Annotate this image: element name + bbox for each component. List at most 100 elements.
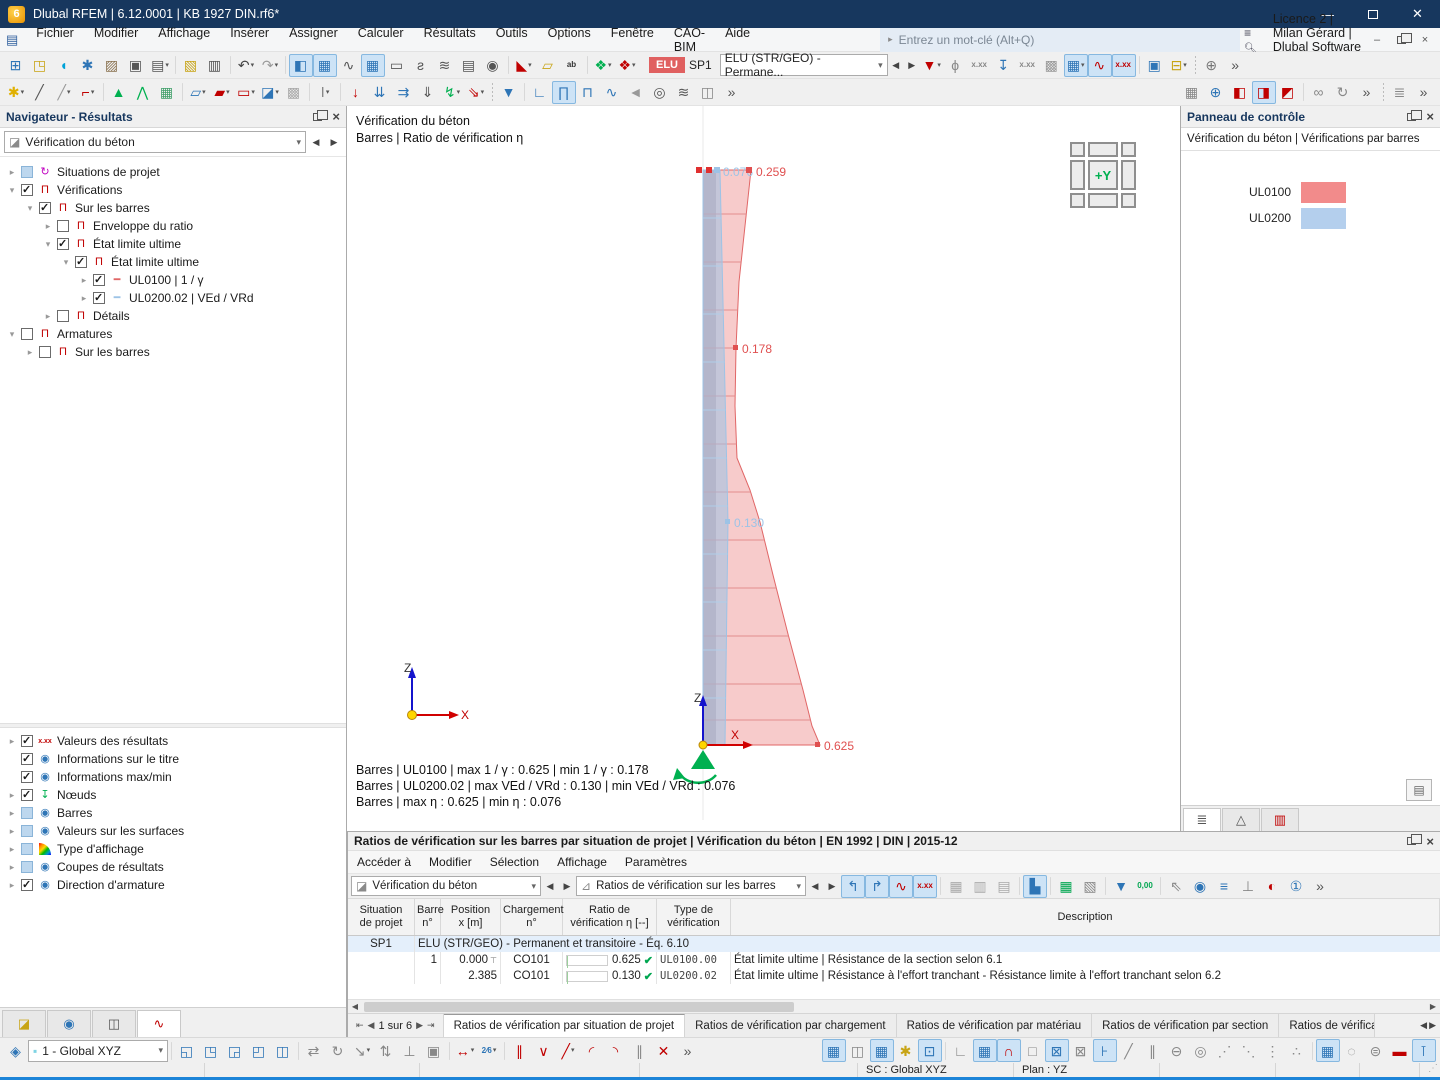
previous-page-icon[interactable]: ◀ [368, 1020, 375, 1031]
display-option-item[interactable]: ◉ Informations sur le titre [2, 750, 346, 768]
toolbar-icon[interactable]: ▣ [422, 1039, 446, 1062]
toolbar-icon[interactable]: ⇅ [374, 1039, 398, 1062]
tree-item[interactable]: ▾ Π Sur les barres [2, 199, 346, 217]
tree-item[interactable]: ▸ ━ UL0200.02 | VEd / VRd [2, 289, 346, 307]
toolbar-icon[interactable]: ▩ [282, 81, 306, 104]
toolbar-icon[interactable] [1105, 877, 1106, 895]
table-row[interactable]: 1 0.000 ⊤ CO101 0.625 ✔ UL0100.00 État li… [348, 952, 1440, 968]
display-option-checkbox[interactable] [21, 807, 33, 819]
display-option-item[interactable]: ▸ ◉ Coupes de résultats [2, 858, 346, 876]
toolbar-icon[interactable] [1193, 56, 1197, 74]
toolbar-icon[interactable]: ⇉ [392, 81, 416, 104]
toolbar-icon[interactable]: ≣ [1388, 81, 1412, 104]
toolbar-icon[interactable]: ⇘ ▾ [464, 81, 488, 104]
toolbar-icon[interactable]: ↻ [1331, 81, 1355, 104]
tree-expander-icon[interactable]: ▸ [42, 311, 54, 322]
table-column-header[interactable]: Situation de projet [348, 899, 415, 935]
toolbar-icon[interactable]: » [1412, 81, 1436, 104]
toolbar-icon[interactable]: ▥ [203, 54, 227, 77]
toolbar-icon[interactable]: □ [1021, 1039, 1045, 1062]
toolbar-icon[interactable]: » [1308, 875, 1332, 898]
toolbar-icon[interactable]: ∩ [997, 1039, 1021, 1062]
table-menu-item[interactable]: Sélection [481, 852, 548, 872]
toolbar-icon[interactable]: ≡ [1212, 875, 1236, 898]
toolbar-icon[interactable]: x.xx [968, 54, 992, 77]
toolbar-icon[interactable]: ▱ [536, 54, 560, 77]
toolbar-icon[interactable]: ▤ [457, 54, 481, 77]
toolbar-icon[interactable] [1303, 83, 1304, 101]
control-panel-tab[interactable]: ▥ [1261, 808, 1299, 831]
toolbar-icon[interactable]: ∟ [528, 81, 552, 104]
toolbar-icon[interactable]: ∿ [1087, 53, 1112, 77]
scroll-right-icon[interactable]: ▶ [1426, 1002, 1440, 1011]
toolbar-icon[interactable]: ▤ ▾ [148, 54, 172, 77]
toolbar-icon[interactable]: ↻ [326, 1039, 350, 1062]
toolbar-icon[interactable]: x.xx [913, 874, 937, 898]
tree-item[interactable]: ▾ Π État limite ultime [2, 253, 346, 271]
toolbar-icon[interactable]: ◰ [247, 1039, 271, 1062]
toolbar-icon[interactable]: ✱ [894, 1039, 918, 1062]
toolbar-icon[interactable] [945, 1041, 946, 1060]
table-menu-item[interactable]: Modifier [420, 852, 481, 872]
toolbar-icon[interactable]: ◐ [1260, 875, 1284, 898]
navigator-category-select[interactable]: ◪ Vérification du béton ▾ [4, 131, 306, 153]
toolbar-icon[interactable]: ∿ [600, 81, 624, 104]
load-combination-select[interactable]: ELU (STR/GEO) - Permane... ▾ [719, 51, 888, 79]
display-option-checkbox[interactable] [21, 770, 33, 783]
tree-expander-icon[interactable]: ▾ [24, 203, 36, 214]
toolbar-icon[interactable]: ⋮ [1261, 1039, 1285, 1062]
toolbar-icon[interactable]: ▨ [100, 54, 124, 77]
tree-expander-icon[interactable]: ▾ [6, 329, 18, 340]
toolbar-icon[interactable]: ⊥ [1236, 875, 1260, 898]
toolbar-icon[interactable]: ╱ [1117, 1039, 1141, 1062]
tree-expander-icon[interactable]: ▸ [6, 808, 18, 819]
display-option-item[interactable]: ▸ ◉ Valeurs sur les surfaces [2, 822, 346, 840]
tree-expander-icon[interactable]: ▸ [6, 167, 18, 178]
resize-grip-icon[interactable]: ⋰ [1428, 1063, 1440, 1077]
toolbar-icon[interactable]: ◧ [1228, 81, 1252, 104]
previous-combination-button[interactable]: ◀ [888, 54, 904, 76]
view-cube-face-y[interactable]: +Y [1088, 160, 1118, 190]
table-menu-item[interactable]: Affichage [548, 852, 616, 872]
toolbar-icon[interactable]: ∥ [628, 1039, 652, 1062]
toolbar-icon[interactable] [491, 83, 494, 101]
table-tab[interactable]: Ratios de vérification par section [1092, 1014, 1280, 1037]
toolbar-icon[interactable]: ◈ [4, 1039, 28, 1062]
toolbar-icon[interactable]: ↯ ▾ [440, 81, 464, 104]
table-type-previous[interactable]: ◀ [807, 875, 823, 897]
table-column-header[interactable]: Barre n° [415, 899, 444, 935]
toolbar-icon[interactable] [744, 81, 1180, 104]
display-option-checkbox[interactable] [21, 825, 33, 837]
display-option-checkbox[interactable] [21, 878, 33, 891]
toolbar-icon[interactable]: ↘ ▾ [350, 1039, 374, 1062]
toolbar-icon[interactable]: ⇊ [368, 81, 392, 104]
search-input[interactable] [898, 32, 1199, 47]
toolbar-icon[interactable]: x.xx [1111, 53, 1136, 77]
toolbar-icon[interactable]: ▦ ▾ [1063, 53, 1088, 77]
tree-expander-icon[interactable]: ▸ [42, 221, 54, 232]
legend-entry[interactable]: UL0100 [1181, 179, 1440, 205]
toolbar-icon[interactable]: ⋱ [1237, 1039, 1261, 1062]
toolbar-icon[interactable]: ▦ [944, 875, 968, 898]
toolbar-icon[interactable]: ⋰ [1213, 1039, 1237, 1062]
table-menu-item[interactable]: Accéder à [348, 852, 420, 872]
tree-item[interactable]: ▸ Π Sur les barres [2, 343, 346, 361]
table-category-select[interactable]: ◪ Vérification du béton ▾ [351, 876, 541, 896]
tree-expander-icon[interactable]: ▸ [6, 736, 18, 747]
toolbar-icon[interactable] [171, 1041, 172, 1060]
toolbar-icon[interactable]: ▣ [1143, 54, 1167, 77]
toolbar-icon[interactable]: ▱ ▾ [186, 81, 210, 104]
toolbar-icon[interactable]: ◉ [481, 54, 505, 77]
tree-item[interactable]: ▸ ↻ Situations de projet [2, 163, 346, 181]
toolbar-icon[interactable] [449, 1041, 450, 1060]
toolbar-icon[interactable]: ╱ ▾ [52, 81, 76, 104]
toolbar-icon[interactable]: ⊖ [1165, 1039, 1189, 1062]
toolbar-icon[interactable]: ◎ [648, 81, 672, 104]
float-panel-icon[interactable] [1407, 109, 1423, 121]
navigator-next-button[interactable]: ▶ [326, 131, 342, 153]
tab-scroll-right-icon[interactable]: ▶ [1429, 1020, 1436, 1031]
toolbar-icon[interactable] [700, 1039, 822, 1062]
view-cube[interactable]: +Y [1070, 142, 1138, 210]
table-category-previous[interactable]: ◀ [542, 875, 558, 897]
toolbar-icon[interactable]: ∴ [1285, 1039, 1309, 1062]
